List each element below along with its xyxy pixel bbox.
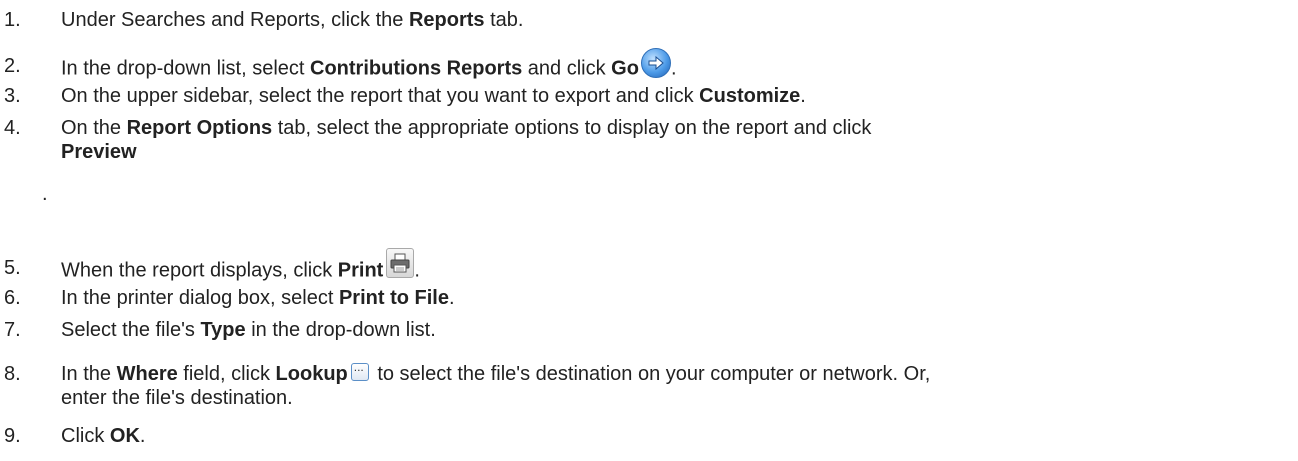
step-number: 5. (4, 257, 21, 279)
step-text: In the printer dialog box, select Print … (61, 286, 1281, 310)
ui-term-print: Print (337, 259, 384, 282)
step-text: On the Report Options tab, select the ap… (61, 116, 1281, 164)
step-text-line: In the Where field, click Lookup... to s… (61, 359, 1281, 386)
step-number: 3. (4, 85, 21, 107)
step-text: In the Where field, click Lookup... to s… (61, 359, 1281, 410)
step-text-line: On the Report Options tab, select the ap… (61, 116, 1281, 140)
step-text-part: tab, select the appropriate options to d… (272, 117, 872, 139)
ui-term-where: Where (116, 363, 178, 385)
ui-term-type: Type (200, 319, 246, 341)
ui-term-customize: Customize (699, 85, 801, 107)
ui-term-report-options: Report Options (126, 117, 273, 139)
ui-term-contributions-reports: Contributions Reports (310, 57, 523, 80)
ui-term-go: Go (611, 57, 639, 80)
step-text-part: When the report displays, click (61, 259, 338, 282)
step-text: When the report displays, click Print. (61, 248, 1281, 286)
step-text: Click OK. (61, 424, 1281, 448)
step-text-part: On the upper sidebar, select the report … (61, 85, 700, 107)
step-number: 6. (4, 287, 21, 309)
step-text-part: . (448, 287, 455, 309)
step-text: In the drop-down list, select Contributi… (61, 48, 1281, 84)
step-text-line: Preview (61, 140, 1281, 164)
ui-term-lookup: Lookup (275, 363, 348, 385)
step-number: 8. (4, 363, 21, 385)
step-number: 4. (4, 117, 21, 139)
ui-term-reports: Reports (408, 9, 485, 31)
step-text-part: In the (61, 363, 117, 385)
printer-icon (386, 248, 415, 278)
step-text-part: Select the file's (61, 319, 201, 341)
step-number: 7. (4, 319, 21, 341)
step-text: Select the file's Type in the drop-down … (61, 318, 1281, 342)
ui-term-preview: Preview (61, 141, 137, 163)
step-text-part: to select the file's destination on your… (371, 363, 931, 385)
step-text-part: . (800, 85, 806, 107)
step-text-part: In the drop-down list, select (61, 57, 311, 80)
step-text-part: tab. (484, 9, 524, 31)
stray-period: . (42, 183, 48, 205)
step-text: On the upper sidebar, select the report … (61, 84, 1281, 108)
step-number: 1. (4, 9, 21, 31)
ui-term-ok: OK (109, 425, 140, 447)
ui-term-print-to-file: Print to File (338, 287, 449, 309)
step-text-part: . (414, 259, 420, 282)
step-text-part: Click (61, 425, 110, 447)
step-text-part: and click (522, 57, 612, 80)
step-text-line: enter the file's destination. (61, 387, 293, 409)
step-text: Under Searches and Reports, click the Re… (61, 8, 1281, 32)
step-text-part: field, click (177, 363, 276, 385)
go-arrow-icon (640, 48, 671, 78)
ellipsis-glyph: ... (353, 359, 364, 374)
step-text-part: in the drop-down list. (245, 319, 436, 341)
step-text-part: Under Searches and Reports, click the (61, 9, 409, 31)
step-text-part: . (670, 57, 677, 80)
step-text-part: In the printer dialog box, select (61, 287, 339, 309)
step-text-part: On the (61, 117, 127, 139)
step-text-part: . (139, 425, 146, 447)
lookup-ellipsis-icon: ... (350, 359, 369, 381)
step-number: 9. (4, 425, 21, 447)
step-number: 2. (4, 55, 21, 77)
